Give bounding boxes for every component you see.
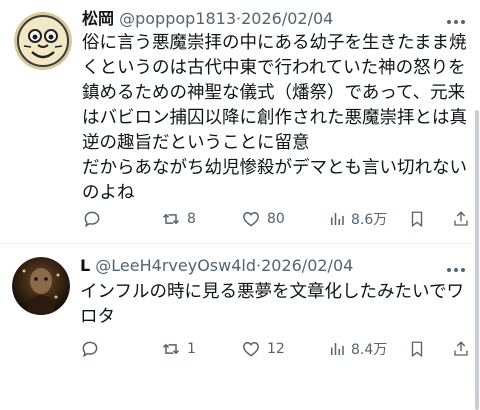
reply-icon — [84, 211, 100, 228]
retweet-button[interactable]: 1 — [160, 337, 196, 361]
views-count: 8.6万 — [351, 212, 388, 228]
dark-portrait-avatar-icon — [12, 257, 70, 315]
avatar[interactable] — [12, 257, 70, 315]
tweet-header: 松岡 @poppop1813·2026/02/04 — [82, 9, 333, 29]
retweet-count: 8 — [187, 211, 196, 227]
views-chart-icon — [331, 343, 344, 355]
share-icon — [454, 211, 468, 226]
retweet-icon — [162, 343, 180, 355]
bookmark-button[interactable] — [408, 337, 426, 361]
bookmark-icon — [411, 211, 423, 228]
author-name[interactable]: L — [80, 256, 90, 275]
reply-button[interactable] — [82, 207, 107, 231]
tweet-date[interactable]: 2026/02/04 — [261, 256, 353, 275]
bookmark-button[interactable] — [408, 207, 426, 231]
author-handle[interactable]: @LeeH4rveyOsw4ld — [95, 256, 256, 275]
like-button[interactable]: 12 — [240, 337, 285, 361]
share-icon — [454, 341, 468, 356]
share-button[interactable] — [452, 337, 470, 361]
tweet-text: 俗に言う悪魔崇拝の中にある幼子を生きたまま焼 くというのは古代中東で行われていた… — [82, 33, 467, 203]
tweet-actions: 1 12 8.4万 — [80, 337, 472, 361]
tweet-date[interactable]: 2026/02/04 — [241, 9, 333, 28]
retweet-icon — [162, 213, 180, 225]
like-button[interactable]: 80 — [240, 207, 285, 231]
more-options-icon[interactable] — [446, 262, 466, 274]
share-button[interactable] — [452, 207, 470, 231]
retweet-button[interactable]: 8 — [160, 207, 196, 231]
views-button[interactable]: 8.4万 — [328, 337, 387, 361]
reply-icon — [82, 341, 98, 358]
like-count: 80 — [267, 211, 285, 227]
like-count: 12 — [267, 341, 285, 357]
tweet-text: インフルの時に見る悪夢を文章化したみたいでワ ロタ — [80, 282, 464, 327]
heart-icon — [243, 211, 259, 227]
tweet-actions: 8 80 8.6万 — [82, 207, 472, 231]
views-chart-icon — [331, 213, 344, 225]
author-name[interactable]: 松岡 — [82, 9, 114, 28]
tweet-2[interactable]: L @LeeH4rveyOsw4ld·2026/02/04 インフルの時に見る悪… — [0, 244, 480, 369]
smiling-cartoon-face-icon — [14, 12, 72, 70]
avatar[interactable] — [14, 12, 72, 70]
retweet-count: 1 — [187, 341, 196, 357]
author-handle[interactable]: @poppop1813 — [119, 9, 236, 28]
more-options-icon[interactable] — [446, 14, 466, 26]
views-button[interactable]: 8.6万 — [328, 207, 387, 231]
views-count: 8.4万 — [351, 342, 388, 358]
bookmark-icon — [411, 341, 423, 358]
heart-icon — [243, 341, 259, 357]
scrollbar[interactable] — [475, 110, 479, 410]
reply-button[interactable] — [80, 337, 105, 361]
tweet-header: L @LeeH4rveyOsw4ld·2026/02/04 — [80, 256, 353, 276]
tweet-1[interactable]: 松岡 @poppop1813·2026/02/04 俗に言う悪魔崇拝の中にある幼… — [0, 0, 480, 240]
